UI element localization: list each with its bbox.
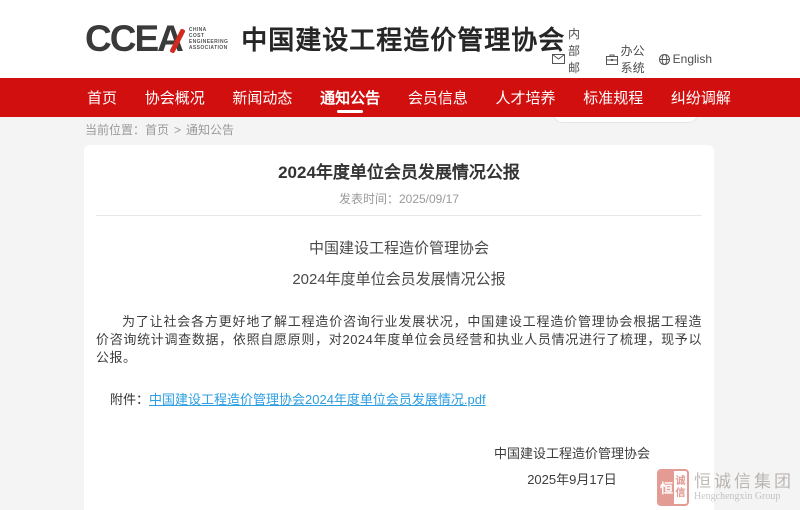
article-subtitle: 2024年度单位会员发展情况公报 — [96, 271, 702, 289]
nav-item-members[interactable]: 会员信息 — [406, 78, 470, 117]
ccea-logo-text: CCEA — [85, 21, 182, 57]
nav-item-training[interactable]: 人才培养 — [494, 78, 558, 117]
article-title: 2024年度单位会员发展情况公报 — [96, 145, 702, 184]
nav-item-about[interactable]: 协会概况 — [143, 78, 207, 117]
attachment-label: 附件： — [110, 392, 149, 407]
globe-icon — [659, 54, 670, 65]
article-publish-date: 发表时间：2025/09/17 — [96, 192, 702, 207]
utility-label: English — [673, 52, 712, 66]
breadcrumb-home-link[interactable]: 首页 — [145, 123, 169, 137]
nav-item-home[interactable]: 首页 — [85, 78, 119, 117]
signature-date: 2025年9月17日 — [462, 471, 682, 489]
ccea-logo-subtext: CHINA COST ENGINEERING ASSOCIATION — [189, 27, 228, 51]
attachment-pdf-link[interactable]: 中国建设工程造价管理协会2024年度单位会员发展情况.pdf — [149, 392, 486, 407]
breadcrumb: 当前位置：首页 > 通知公告 — [85, 121, 234, 138]
attachment-row: 附件：中国建设工程造价管理协会2024年度单位会员发展情况.pdf — [96, 391, 702, 409]
breadcrumb-prefix: 当前位置： — [85, 123, 145, 137]
site-logo[interactable]: CCEA CHINA COST ENGINEERING ASSOCIATION … — [85, 20, 565, 57]
article-org-line: 中国建设工程造价管理协会 — [96, 240, 702, 258]
briefcase-icon — [606, 54, 618, 65]
utility-label: 办公系统 — [621, 42, 645, 76]
nav-item-disputes[interactable]: 纠纷调解 — [669, 78, 733, 117]
office-system-link[interactable]: 办公系统 — [606, 42, 645, 76]
title-divider — [96, 215, 702, 216]
nav-item-news[interactable]: 新闻动态 — [230, 78, 294, 117]
breadcrumb-separator: > — [174, 123, 181, 137]
breadcrumb-current: 通知公告 — [186, 123, 234, 137]
site-title: 中国建设工程造价管理协会 — [241, 20, 565, 57]
article-paragraph: 为了让社会各方更好地了解工程造价咨询行业发展状况，中国建设工程造价管理协会根据工… — [96, 313, 702, 367]
english-link[interactable]: English — [659, 52, 712, 66]
main-nav-items: 首页 协会概况 新闻动态 通知公告 会员信息 人才培养 标准规程 纠纷调解 — [85, 78, 733, 117]
mail-icon — [552, 54, 565, 64]
site-header: CCEA CHINA COST ENGINEERING ASSOCIATION … — [0, 0, 800, 78]
nav-item-standards[interactable]: 标准规程 — [581, 78, 645, 117]
article-signature: 中国建设工程造价管理协会 2025年9月17日 — [462, 445, 682, 489]
nav-item-notices[interactable]: 通知公告 — [318, 78, 382, 117]
main-nav: 首页 协会概况 新闻动态 通知公告 会员信息 人才培养 标准规程 纠纷调解 — [0, 78, 800, 117]
article-card: 2024年度单位会员发展情况公报 发表时间：2025/09/17 中国建设工程造… — [84, 145, 714, 510]
signature-org: 中国建设工程造价管理协会 — [462, 445, 682, 463]
